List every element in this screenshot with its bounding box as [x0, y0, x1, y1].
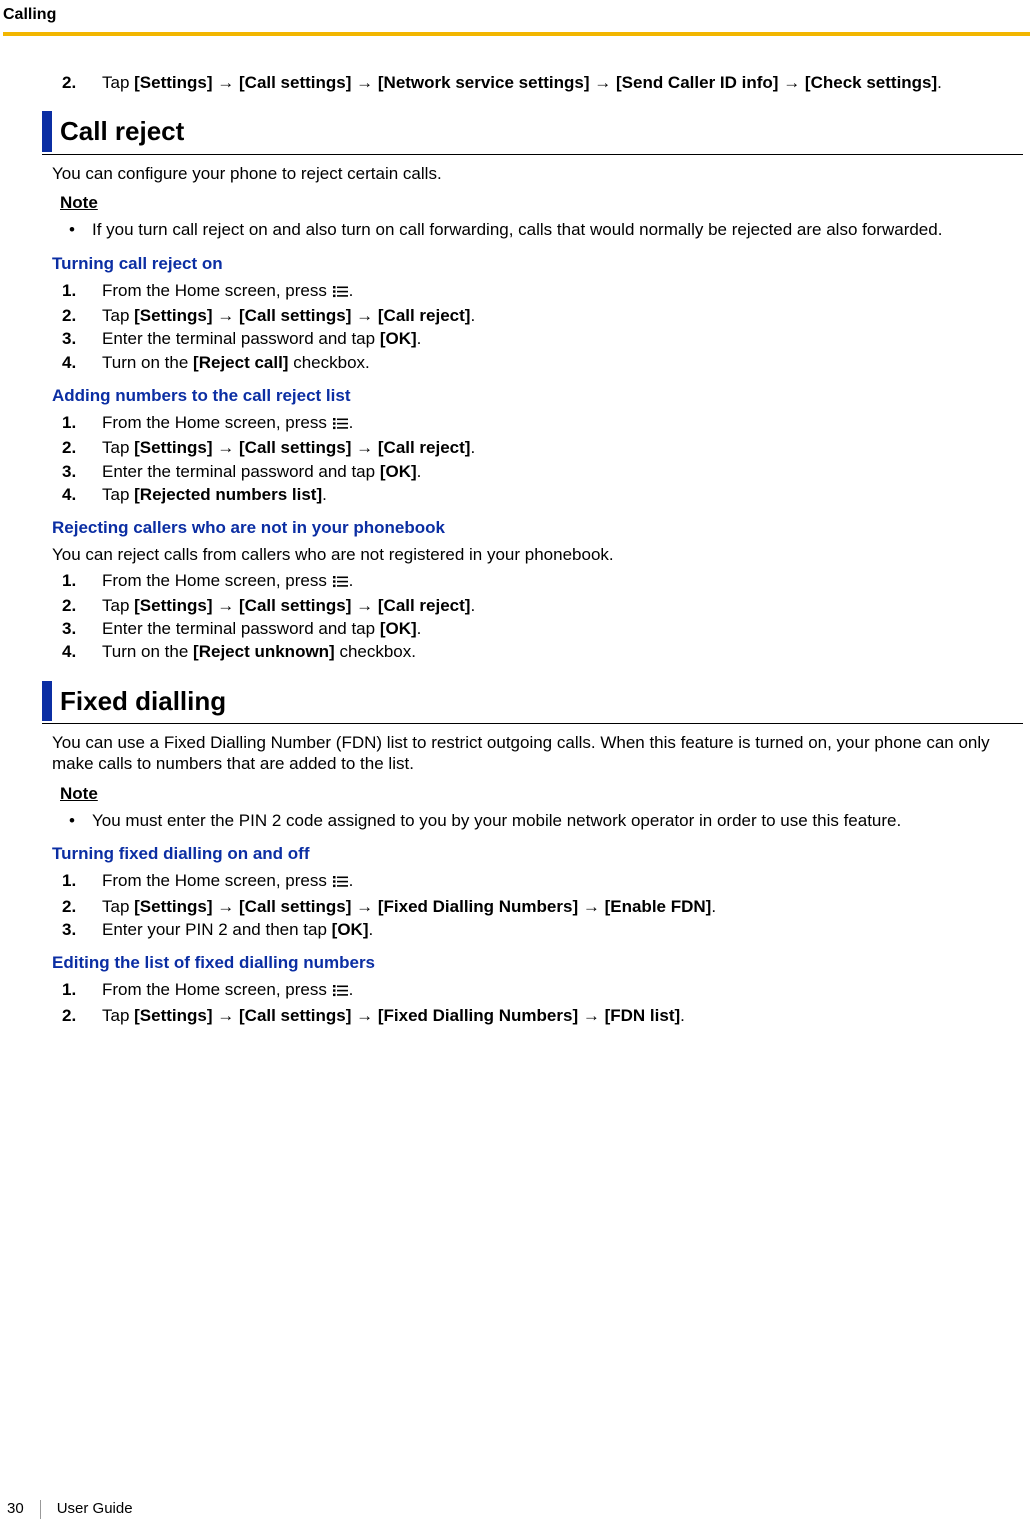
step-body: Tap [Settings] → [Call settings] → [Fixe…: [102, 896, 1023, 917]
step-number: 1.: [62, 870, 102, 891]
reject-unknown-intro: You can reject calls from callers who ar…: [52, 544, 1023, 565]
step-item: 4.Turn on the [Reject call] checkbox.: [62, 352, 1023, 373]
step-item: 3.Enter your PIN 2 and then tap [OK].: [62, 919, 1023, 940]
step-item: 1.From the Home screen, press .: [62, 412, 1023, 435]
step-body: Tap [Rejected numbers list].: [102, 484, 1023, 505]
step-item: 2. Tap [Settings] → [Call settings] → [N…: [62, 72, 1023, 93]
steps-add-numbers: 1.From the Home screen, press .2.Tap [Se…: [52, 412, 1023, 505]
note-item: • You must enter the PIN 2 code assigned…: [52, 810, 1023, 831]
note-bullet: •: [52, 219, 92, 240]
step-number: 2.: [62, 72, 102, 93]
step-item: 2.Tap [Settings] → [Call settings] → [Fi…: [62, 896, 1023, 917]
step-item: 1.From the Home screen, press .: [62, 979, 1023, 1002]
step-item: 2.Tap [Settings] → [Call settings] → [Ca…: [62, 595, 1023, 616]
step-body: Tap [Settings] → [Call settings] → [Call…: [102, 595, 1023, 616]
note-label: Note: [60, 783, 1023, 804]
step-body: Enter the terminal password and tap [OK]…: [102, 461, 1023, 482]
step-item: 1.From the Home screen, press .: [62, 570, 1023, 593]
subheading-fdn-edit: Editing the list of fixed dialling numbe…: [52, 952, 1023, 973]
step-number: 1.: [62, 979, 102, 1000]
step-number: 4.: [62, 484, 102, 505]
step-body: Enter the terminal password and tap [OK]…: [102, 328, 1023, 349]
step-body: Tap [Settings] → [Call settings] → [Netw…: [102, 72, 1023, 93]
note-bullet: •: [52, 810, 92, 831]
menu-list-icon: [333, 414, 348, 435]
step-body: From the Home screen, press .: [102, 280, 1023, 303]
step-number: 4.: [62, 641, 102, 662]
header-divider: [3, 32, 1030, 36]
step-body: Enter your PIN 2 and then tap [OK].: [102, 919, 1023, 940]
section-heading-fixed-dialling: Fixed dialling: [42, 681, 1023, 725]
step-body: From the Home screen, press .: [102, 979, 1023, 1002]
subheading-fdn-on-off: Turning fixed dialling on and off: [52, 843, 1023, 864]
menu-list-icon: [333, 572, 348, 593]
step-item: 2.Tap [Settings] → [Call settings] → [Ca…: [62, 305, 1023, 326]
step-item: 4.Turn on the [Reject unknown] checkbox.: [62, 641, 1023, 662]
step-body: From the Home screen, press .: [102, 570, 1023, 593]
page-number: 30: [3, 1500, 41, 1519]
step-item: 3.Enter the terminal password and tap [O…: [62, 328, 1023, 349]
step-item: 3.Enter the terminal password and tap [O…: [62, 461, 1023, 482]
heading-text: Fixed dialling: [60, 681, 226, 722]
footer-label: User Guide: [57, 1500, 133, 1519]
step-body: Turn on the [Reject unknown] checkbox.: [102, 641, 1023, 662]
fixed-dialling-intro: You can use a Fixed Dialling Number (FDN…: [52, 732, 1023, 775]
subheading-add-numbers: Adding numbers to the call reject list: [52, 385, 1023, 406]
steps-reject-unknown: 1.From the Home screen, press .2.Tap [Se…: [52, 570, 1023, 663]
step-number: 2.: [62, 595, 102, 616]
call-reject-intro: You can configure your phone to reject c…: [52, 163, 1023, 184]
note-body: If you turn call reject on and also turn…: [92, 219, 1023, 240]
page-footer: 30 User Guide: [3, 1500, 133, 1519]
step-number: 2.: [62, 896, 102, 917]
steps-fdn-on-off: 1.From the Home screen, press .2.Tap [Se…: [52, 870, 1023, 940]
steps-turning-on: 1.From the Home screen, press .2.Tap [Se…: [52, 280, 1023, 373]
menu-list-icon: [333, 981, 348, 1002]
step-body: From the Home screen, press .: [102, 412, 1023, 435]
step-number: 1.: [62, 570, 102, 591]
step-body: Tap [Settings] → [Call settings] → [Call…: [102, 305, 1023, 326]
step-body: Tap [Settings] → [Call settings] → [Fixe…: [102, 1005, 1023, 1026]
step-number: 2.: [62, 1005, 102, 1026]
step-number: 2.: [62, 305, 102, 326]
step-number: 3.: [62, 919, 102, 940]
subheading-turning-on: Turning call reject on: [52, 253, 1023, 274]
menu-list-icon: [333, 872, 348, 893]
step-number: 3.: [62, 328, 102, 349]
heading-accent-bar: [42, 681, 52, 722]
step-item: 2.Tap [Settings] → [Call settings] → [Fi…: [62, 1005, 1023, 1026]
step-number: 1.: [62, 280, 102, 301]
step-body: Tap [Settings] → [Call settings] → [Call…: [102, 437, 1023, 458]
step-item: 3.Enter the terminal password and tap [O…: [62, 618, 1023, 639]
step-number: 2.: [62, 437, 102, 458]
step-body: Enter the terminal password and tap [OK]…: [102, 618, 1023, 639]
step-body: From the Home screen, press .: [102, 870, 1023, 893]
section-heading-call-reject: Call reject: [42, 111, 1023, 155]
step-number: 3.: [62, 618, 102, 639]
step-number: 4.: [62, 352, 102, 373]
step-item: 1.From the Home screen, press .: [62, 870, 1023, 893]
note-label: Note: [60, 192, 1023, 213]
subheading-reject-unknown: Rejecting callers who are not in your ph…: [52, 517, 1023, 538]
menu-list-icon: [333, 282, 348, 303]
header-chapter: Calling: [3, 5, 56, 25]
note-item: • If you turn call reject on and also tu…: [52, 219, 1023, 240]
step-body: Turn on the [Reject call] checkbox.: [102, 352, 1023, 373]
heading-accent-bar: [42, 111, 52, 152]
step-number: 1.: [62, 412, 102, 433]
step-item: 4.Tap [Rejected numbers list].: [62, 484, 1023, 505]
note-body: You must enter the PIN 2 code assigned t…: [92, 810, 1023, 831]
heading-text: Call reject: [60, 111, 184, 152]
step-item: 2.Tap [Settings] → [Call settings] → [Ca…: [62, 437, 1023, 458]
step-number: 3.: [62, 461, 102, 482]
step-item: 1.From the Home screen, press .: [62, 280, 1023, 303]
steps-fdn-edit: 1.From the Home screen, press .2.Tap [Se…: [52, 979, 1023, 1026]
